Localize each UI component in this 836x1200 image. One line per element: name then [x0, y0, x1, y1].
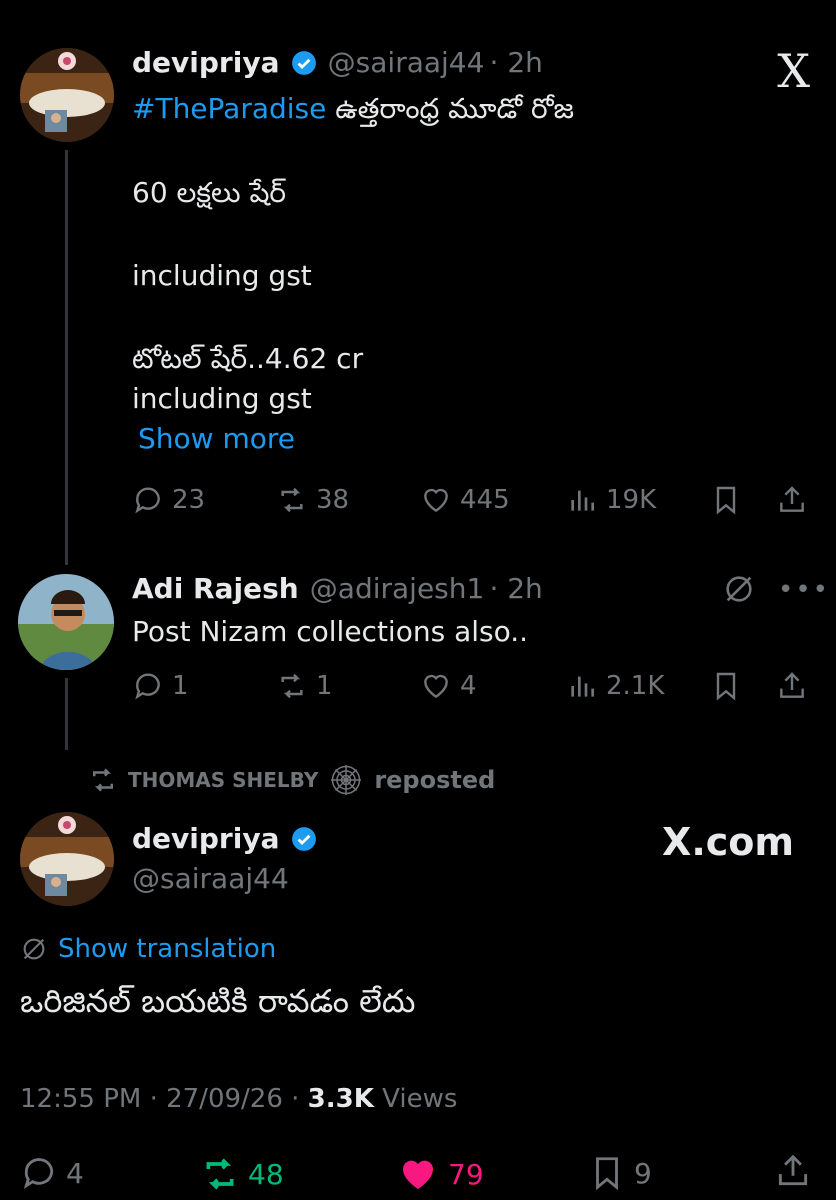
bookmark-icon [716, 672, 736, 701]
tweet-timestamp[interactable]: 12:55 PM · 27/09/26 · [20, 1084, 308, 1114]
reply-button[interactable]: 23 [132, 484, 205, 516]
repost-count: 38 [316, 485, 350, 515]
show-more-link[interactable]: Show more [138, 419, 792, 459]
bookmark-button[interactable]: 9 [588, 1154, 652, 1192]
reply-icon [135, 673, 160, 700]
repost-icon [93, 768, 113, 792]
views-button[interactable]: 19K [566, 484, 656, 516]
repost-button[interactable]: 48 [200, 1154, 284, 1194]
bookmark-button[interactable] [710, 484, 742, 516]
share-button[interactable] [774, 1152, 812, 1190]
heart-icon [424, 674, 448, 699]
main-author: devipriya [132, 822, 317, 855]
heart-icon [424, 488, 448, 513]
tweet1-line2: 60 లక్షలు షేర్ [132, 176, 287, 209]
views-count: 2.1K [606, 671, 665, 701]
views-icon [571, 676, 594, 697]
bookmark-icon [596, 1157, 618, 1191]
share-icon [778, 1154, 808, 1186]
like-button[interactable]: 4 [420, 670, 477, 702]
thread-line [65, 150, 68, 565]
author-handle[interactable]: @adirajesh1 [310, 572, 485, 605]
avatar-adi-rajesh[interactable] [18, 574, 114, 670]
reply-button[interactable]: 1 [132, 670, 189, 702]
reply-icon [23, 1158, 54, 1189]
more-options-icon[interactable]: ••• [778, 575, 830, 605]
main-tweet-text: ఒరిజినల్ బయటికి రావడం లేదు [20, 982, 416, 1020]
reposted-label: reposted [374, 766, 496, 794]
tweet1-line5: including gst [132, 382, 312, 415]
author-handle[interactable]: @sairaaj44 [132, 862, 289, 895]
avatar-image [20, 48, 114, 142]
views-label: Views [373, 1084, 458, 1114]
share-icon [780, 672, 804, 698]
reply-count: 4 [66, 1156, 84, 1190]
reposter-name[interactable]: THOMAS SHELBY [128, 768, 318, 792]
tweet-meta: 12:55 PM · 27/09/26 · 3.3K Views [20, 1084, 457, 1114]
views-count: 3.3K [307, 1084, 374, 1114]
repost-button[interactable]: 38 [276, 484, 349, 516]
reply-text: Post Nizam collections also.. [132, 615, 529, 648]
tweet-time[interactable]: · 2h [490, 46, 543, 79]
author-name[interactable]: Adi Rajesh [132, 572, 299, 605]
spiderweb-icon [331, 765, 362, 795]
repost-icon [206, 1158, 234, 1190]
views-button[interactable]: 2.1K [566, 670, 664, 702]
bookmark-icon [716, 486, 736, 515]
reply-header: Adi Rajesh @adirajesh1 · 2h [132, 572, 543, 605]
verified-badge-icon [291, 51, 316, 75]
avatar-image [18, 574, 114, 670]
avatar-devipriya[interactable] [20, 812, 114, 906]
repost-icon [281, 487, 303, 513]
show-translation-text: Show translation [58, 934, 277, 964]
views-count: 19K [606, 485, 657, 515]
share-icon [780, 486, 804, 512]
bookmark-count: 9 [634, 1156, 652, 1190]
repost-bar: THOMAS SHELBY reposted [88, 762, 495, 798]
reply-button[interactable]: 4 [20, 1154, 84, 1192]
avatar-devipriya[interactable] [20, 48, 114, 142]
author-name[interactable]: devipriya [132, 46, 279, 79]
tweet1-line1: ఉత్తరాంధ్ర మూడో రోజ [326, 92, 575, 125]
repost-count: 1 [316, 671, 333, 701]
translate-icon[interactable] [722, 572, 756, 610]
share-button[interactable] [776, 670, 808, 702]
like-count: 4 [460, 671, 477, 701]
xcom-text: X.com [662, 820, 794, 864]
author-handle[interactable]: @sairaaj44 [328, 46, 485, 79]
show-translation-link[interactable]: Show translation [20, 934, 276, 964]
like-button[interactable]: 445 [420, 484, 510, 516]
like-count: 79 [448, 1157, 484, 1191]
author-name[interactable]: devipriya [132, 822, 279, 855]
repost-button[interactable]: 1 [276, 670, 333, 702]
reply-icon [135, 487, 160, 514]
views-icon [571, 490, 594, 511]
tweet-time[interactable]: · 2h [489, 572, 542, 605]
avatar-image [20, 812, 114, 906]
tweet1-body: #TheParadise ఉత్తరాంధ్ర మూడో రోజ 60 లక్ష… [132, 89, 792, 459]
hashtag-link[interactable]: #TheParadise [132, 92, 326, 125]
thread-line [65, 678, 68, 750]
tweet1-header: devipriya @sairaaj44 · 2h [132, 46, 543, 79]
bookmark-button[interactable] [710, 670, 742, 702]
share-button[interactable] [776, 484, 808, 516]
reply-count: 1 [172, 671, 189, 701]
like-count: 445 [460, 485, 510, 515]
tweet1-line4: టోటల్ షేర్..4.62 cr [132, 342, 364, 375]
translate-icon [23, 938, 45, 960]
xcom-watermark: X.com [662, 820, 794, 864]
verified-badge-icon [291, 827, 316, 851]
reply-count: 23 [172, 485, 206, 515]
repost-count: 48 [248, 1157, 284, 1191]
tweet1-line3: including gst [132, 259, 312, 292]
heart-filled-icon [403, 1160, 433, 1189]
like-button[interactable]: 79 [396, 1154, 484, 1194]
repost-icon [281, 673, 303, 699]
